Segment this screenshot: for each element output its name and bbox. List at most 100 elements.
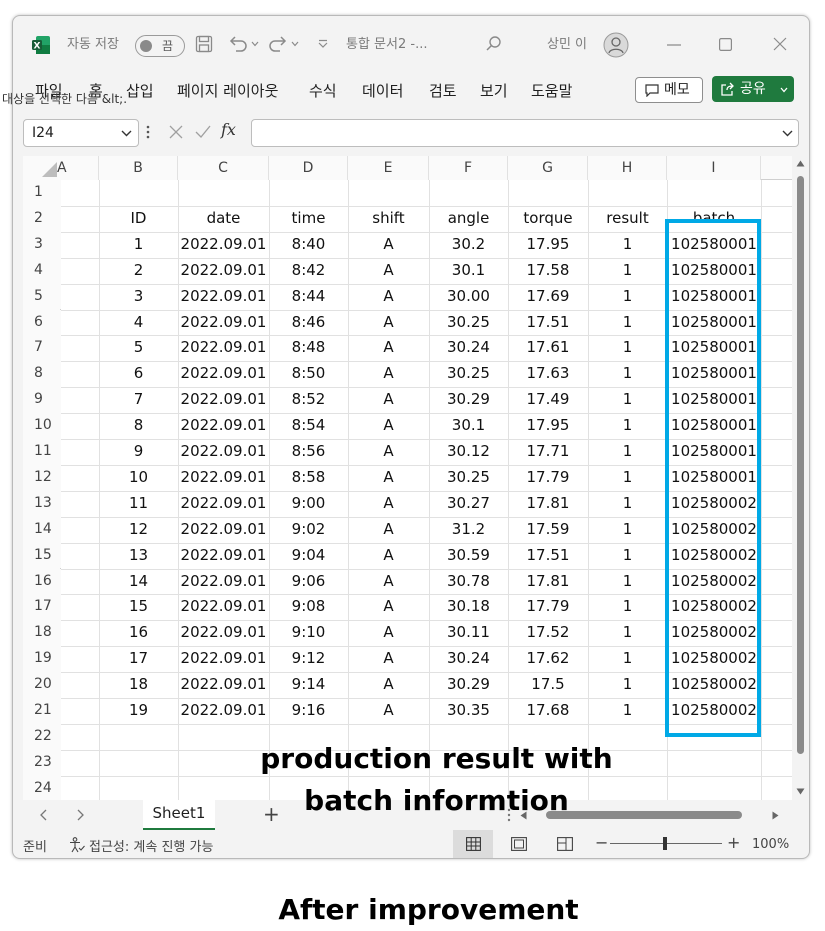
- column-header-c[interactable]: C: [178, 156, 269, 180]
- table-cell[interactable]: 17.63: [508, 361, 588, 387]
- table-cell[interactable]: 1: [588, 284, 667, 310]
- table-cell[interactable]: 3: [99, 284, 178, 310]
- table-cell[interactable]: 102580002: [667, 543, 761, 569]
- row-header[interactable]: 9: [23, 387, 61, 414]
- tab-page-layout[interactable]: 페이지 레이아웃: [177, 80, 278, 102]
- header-cell-time[interactable]: time: [269, 206, 348, 232]
- table-cell[interactable]: 8:52: [269, 387, 348, 413]
- table-cell[interactable]: 8:46: [269, 310, 348, 336]
- table-cell[interactable]: 8: [99, 413, 178, 439]
- table-cell[interactable]: 1: [588, 517, 667, 543]
- table-cell[interactable]: 1: [588, 439, 667, 465]
- table-cell[interactable]: 8:50: [269, 361, 348, 387]
- table-cell[interactable]: A: [348, 232, 429, 258]
- column-header-h[interactable]: H: [588, 156, 667, 180]
- table-cell[interactable]: 30.1: [429, 258, 508, 284]
- tab-view[interactable]: 보기: [480, 80, 508, 102]
- table-cell[interactable]: 17.49: [508, 387, 588, 413]
- table-cell[interactable]: 16: [99, 620, 178, 646]
- table-cell[interactable]: 1: [588, 620, 667, 646]
- table-cell[interactable]: 1: [588, 543, 667, 569]
- table-cell[interactable]: 2022.09.01: [178, 284, 269, 310]
- table-cell[interactable]: 9:06: [269, 569, 348, 595]
- table-cell[interactable]: 1: [588, 646, 667, 672]
- row-header[interactable]: 17: [23, 594, 61, 621]
- table-cell[interactable]: 30.24: [429, 335, 508, 361]
- name-box[interactable]: I24: [23, 119, 139, 147]
- table-cell[interactable]: 18: [99, 672, 178, 698]
- row-header[interactable]: 14: [23, 516, 61, 543]
- table-cell[interactable]: 9:02: [269, 517, 348, 543]
- select-all-button[interactable]: [23, 156, 61, 180]
- table-cell[interactable]: 17.62: [508, 646, 588, 672]
- table-cell[interactable]: A: [348, 517, 429, 543]
- row-header[interactable]: 5: [23, 283, 61, 310]
- table-cell[interactable]: 9:08: [269, 594, 348, 620]
- column-header-b[interactable]: B: [99, 156, 178, 180]
- column-header-i[interactable]: I: [667, 156, 761, 180]
- table-cell[interactable]: A: [348, 543, 429, 569]
- table-cell[interactable]: 102580002: [667, 517, 761, 543]
- table-cell[interactable]: 17.5: [508, 672, 588, 698]
- header-cell-batch[interactable]: batch: [667, 206, 761, 232]
- search-icon[interactable]: [485, 35, 503, 53]
- row-header[interactable]: 4: [23, 257, 61, 284]
- accessibility-icon[interactable]: [69, 837, 85, 853]
- table-cell[interactable]: 30.12: [429, 439, 508, 465]
- table-cell[interactable]: 30.1: [429, 413, 508, 439]
- table-cell[interactable]: 10: [99, 465, 178, 491]
- table-cell[interactable]: 31.2: [429, 517, 508, 543]
- accessibility-status[interactable]: 접근성: 계속 진행 가능: [89, 836, 213, 855]
- table-cell[interactable]: A: [348, 569, 429, 595]
- table-cell[interactable]: 17.51: [508, 310, 588, 336]
- table-cell[interactable]: 2022.09.01: [178, 543, 269, 569]
- row-header[interactable]: 2: [23, 205, 61, 232]
- row-header[interactable]: 11: [23, 439, 61, 465]
- table-cell[interactable]: 8:58: [269, 465, 348, 491]
- table-cell[interactable]: 102580002: [667, 646, 761, 672]
- table-cell[interactable]: 2022.09.01: [178, 491, 269, 517]
- table-cell[interactable]: 2022.09.01: [178, 620, 269, 646]
- table-cell[interactable]: 9:12: [269, 646, 348, 672]
- table-cell[interactable]: A: [348, 491, 429, 517]
- column-header-e[interactable]: E: [348, 156, 429, 180]
- avatar[interactable]: [603, 32, 629, 58]
- table-cell[interactable]: 102580002: [667, 569, 761, 595]
- redo-icon[interactable]: [267, 33, 289, 55]
- row-header[interactable]: 7: [23, 335, 61, 362]
- table-cell[interactable]: A: [348, 698, 429, 724]
- table-cell[interactable]: 9:16: [269, 698, 348, 724]
- zoom-in-button[interactable]: +: [727, 833, 740, 852]
- table-cell[interactable]: 1: [588, 698, 667, 724]
- table-cell[interactable]: 17.52: [508, 620, 588, 646]
- table-cell[interactable]: 17.95: [508, 232, 588, 258]
- tab-help[interactable]: 도움말: [531, 80, 572, 102]
- row-header[interactable]: 21: [23, 698, 61, 724]
- table-cell[interactable]: 102580001: [667, 284, 761, 310]
- table-cell[interactable]: 30.2: [429, 232, 508, 258]
- vertical-scroll-thumb[interactable]: [797, 176, 804, 754]
- insert-function-button[interactable]: fx: [221, 120, 236, 139]
- table-cell[interactable]: 5: [99, 335, 178, 361]
- redo-dropdown-icon[interactable]: [291, 41, 299, 47]
- table-cell[interactable]: 1: [588, 465, 667, 491]
- page-layout-view-icon[interactable]: [511, 837, 527, 851]
- table-cell[interactable]: 8:54: [269, 413, 348, 439]
- tab-review[interactable]: 검토: [429, 80, 457, 102]
- share-button[interactable]: 공유: [712, 76, 794, 102]
- table-cell[interactable]: 30.27: [429, 491, 508, 517]
- table-cell[interactable]: A: [348, 387, 429, 413]
- header-cell-result[interactable]: result: [588, 206, 667, 232]
- table-cell[interactable]: 30.35: [429, 698, 508, 724]
- column-header-g[interactable]: G: [508, 156, 588, 180]
- minimize-icon[interactable]: [667, 44, 681, 46]
- table-cell[interactable]: A: [348, 439, 429, 465]
- row-header[interactable]: 19: [23, 646, 61, 673]
- tab-insert[interactable]: 삽입: [126, 80, 154, 102]
- table-cell[interactable]: 2022.09.01: [178, 439, 269, 465]
- table-cell[interactable]: 2022.09.01: [178, 646, 269, 672]
- table-cell[interactable]: 8:44: [269, 284, 348, 310]
- table-cell[interactable]: 102580001: [667, 310, 761, 336]
- table-cell[interactable]: 30.25: [429, 465, 508, 491]
- table-cell[interactable]: 30.29: [429, 387, 508, 413]
